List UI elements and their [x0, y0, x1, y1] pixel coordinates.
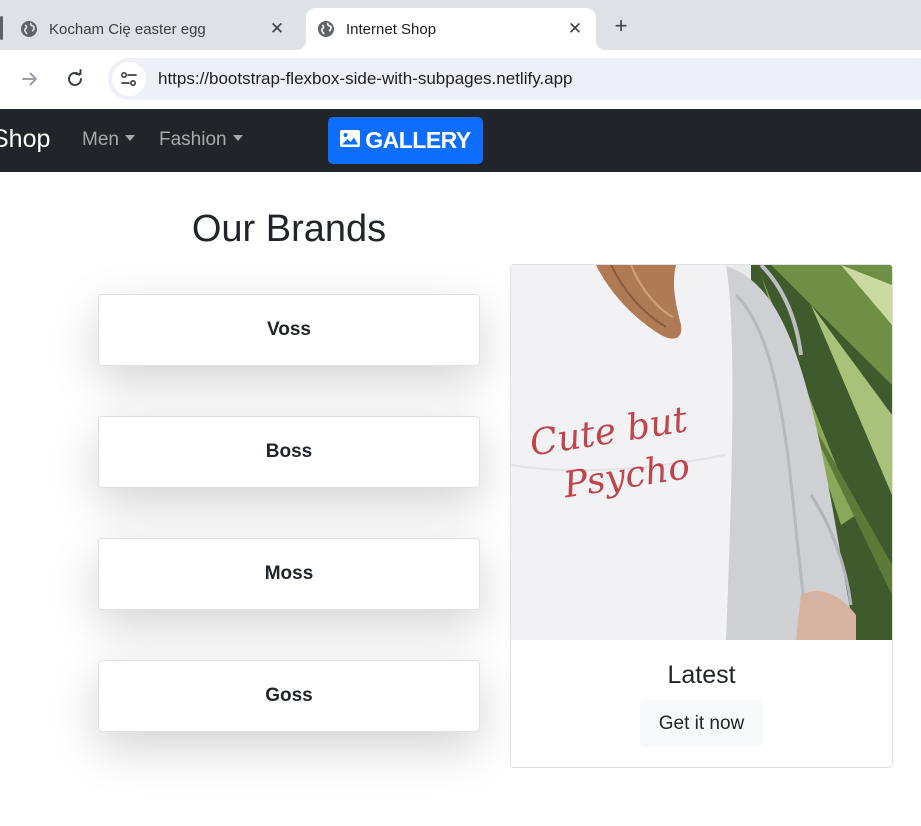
page-heading: Our Brands [191, 208, 387, 250]
globe-icon [317, 20, 335, 38]
latest-card: Cute but Psycho Latest Get it now [510, 264, 893, 768]
brand-card-moss[interactable]: Moss [98, 538, 480, 610]
tab-title: Kocham Cię easter egg [49, 20, 206, 38]
browser-tab-kocham[interactable]: Kocham Cię easter egg ✕ [0, 8, 300, 50]
navbar-brand[interactable]: Shop [0, 125, 50, 154]
tab-title: Internet Shop [346, 20, 437, 38]
url-text[interactable]: https://bootstrap-flexbox-side-with-subp… [158, 69, 573, 89]
brand-card-goss[interactable]: Goss [98, 660, 480, 732]
site-settings-icon[interactable] [112, 62, 146, 96]
caret-down-icon [124, 135, 135, 141]
brand-card-voss[interactable]: Voss [98, 294, 480, 366]
brand-name: Moss [264, 563, 314, 584]
tab-edge [0, 16, 3, 40]
close-tab-icon[interactable]: ✕ [266, 18, 288, 40]
site-navbar: Shop Men Fashion GALLERY [0, 109, 921, 172]
forward-arrow-icon[interactable] [14, 63, 46, 95]
globe-icon [20, 20, 38, 38]
brand-name: Voss [266, 319, 311, 340]
gallery-button[interactable]: GALLERY [328, 117, 483, 164]
reload-icon[interactable] [59, 63, 91, 95]
nav-link-label: Fashion [159, 129, 227, 150]
gallery-label: GALLERY [365, 127, 471, 153]
caret-down-icon [232, 135, 243, 141]
brand-name: Boss [265, 441, 313, 462]
nav-dropdown-fashion[interactable]: Fashion [159, 129, 243, 151]
image-icon [340, 129, 361, 152]
latest-product-image: Cute but Psycho [511, 265, 892, 640]
get-it-now-button[interactable]: Get it now [640, 700, 763, 747]
latest-title: Latest [667, 661, 736, 689]
new-tab-plus-icon[interactable]: + [606, 11, 636, 41]
address-bar[interactable]: https://bootstrap-flexbox-side-with-subp… [108, 58, 921, 100]
nav-link-label: Men [82, 129, 119, 150]
nav-dropdown-men[interactable]: Men [82, 129, 135, 151]
browser-tab-internet-shop[interactable]: Internet Shop ✕ [296, 8, 606, 50]
brand-card-boss[interactable]: Boss [98, 416, 480, 488]
close-tab-icon[interactable]: ✕ [564, 18, 586, 40]
brand-name: Goss [265, 685, 313, 706]
browser-tab-strip: Kocham Cię easter egg ✕ Internet Shop ✕ … [0, 0, 921, 50]
browser-toolbar: https://bootstrap-flexbox-side-with-subp… [0, 50, 921, 109]
